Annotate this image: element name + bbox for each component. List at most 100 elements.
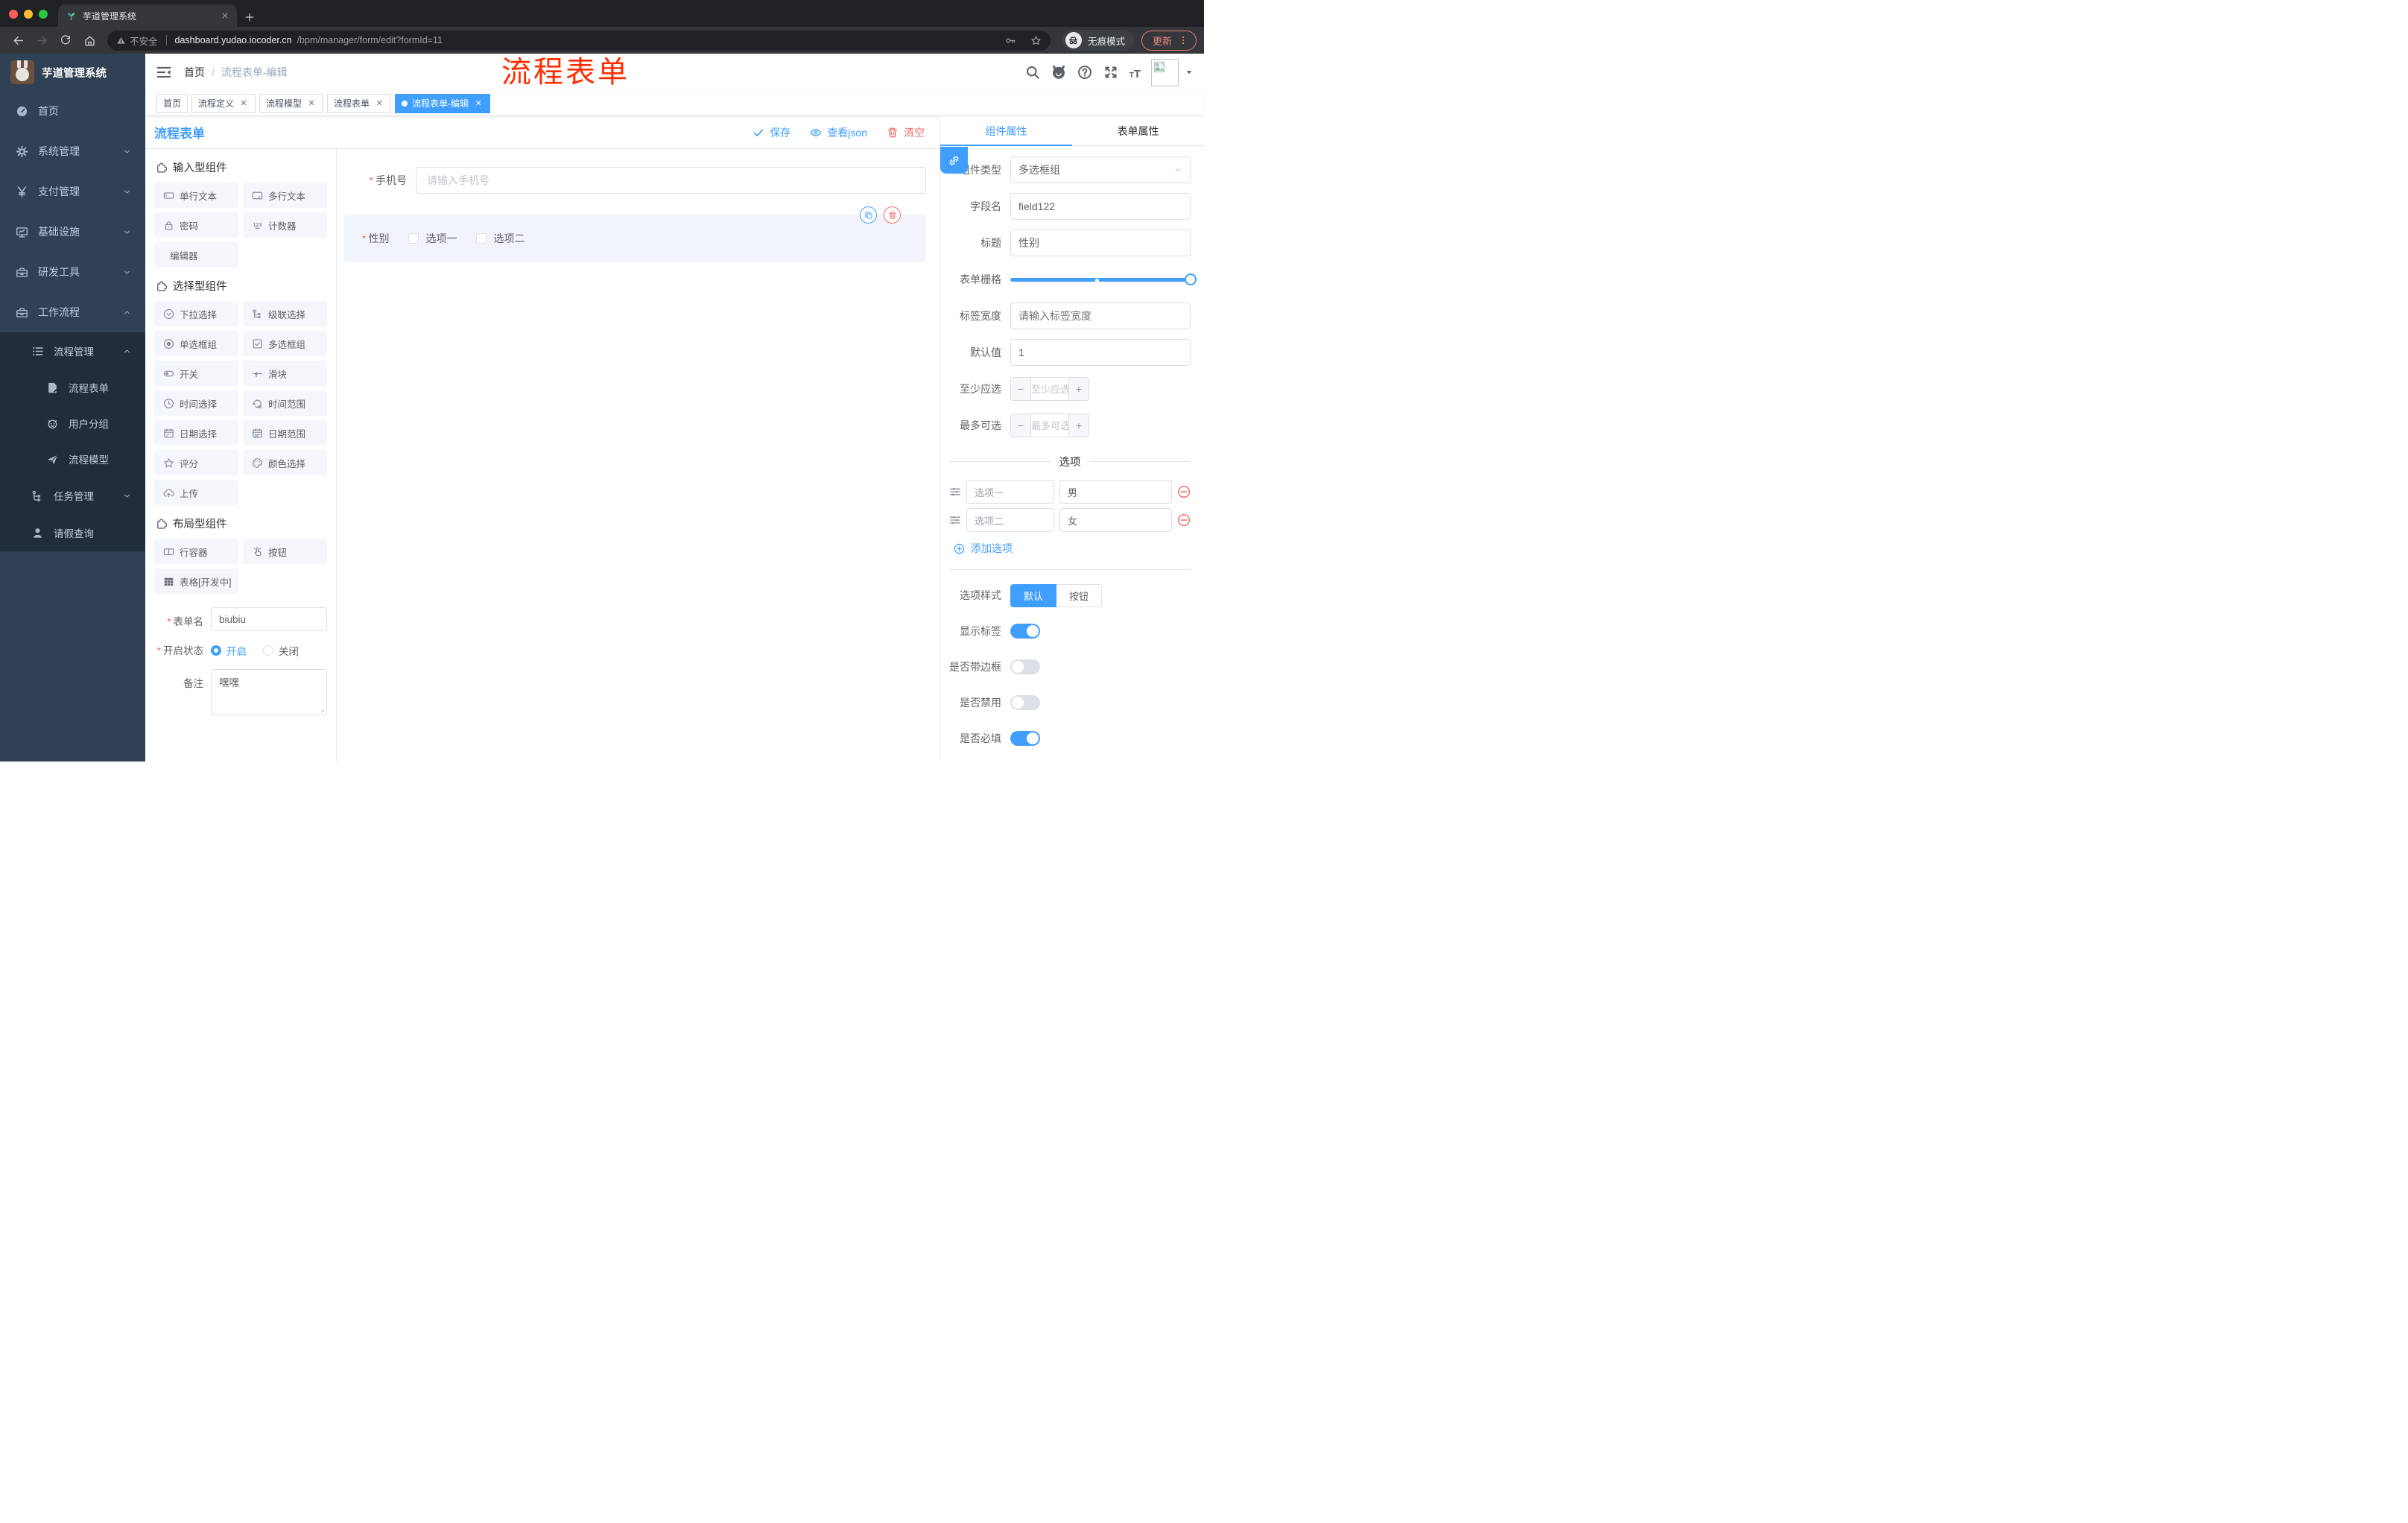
drag-handle-icon[interactable]	[949, 514, 961, 526]
security-indicator[interactable]: 不安全	[116, 34, 158, 48]
palette-item-time-picker[interactable]: 时间选择	[154, 390, 238, 416]
style-button-button[interactable]: 按钮	[1056, 583, 1103, 607]
stepper-minus-button[interactable]: −	[1011, 378, 1031, 400]
sidebar-item-process-model[interactable]: 流程模型	[0, 441, 145, 477]
sidebar-item-infra[interactable]: 基础设施	[0, 212, 145, 252]
style-default-button[interactable]: 默认	[1010, 583, 1057, 607]
palette-item-slider[interactable]: 滑块	[243, 361, 327, 386]
sidebar-collapse-icon[interactable]	[156, 64, 172, 80]
resize-handle-icon[interactable]	[317, 706, 325, 713]
status-off-radio[interactable]: 关闭	[263, 643, 299, 658]
slider-handle[interactable]	[1185, 273, 1197, 285]
sidebar-item-leave-query[interactable]: 请假查询	[0, 514, 145, 551]
add-option-button[interactable]: 添加选项	[954, 541, 1191, 556]
fullscreen-icon[interactable]	[1103, 65, 1118, 80]
delete-field-button[interactable]	[884, 206, 901, 224]
tag-close-icon[interactable]: ✕	[473, 98, 484, 109]
palette-item-switch[interactable]: 开关	[154, 361, 238, 386]
home-button[interactable]	[79, 30, 100, 51]
grid-slider[interactable]	[1010, 266, 1197, 293]
min-select-input[interactable]	[1031, 378, 1068, 400]
tab-form-props[interactable]: 表单属性	[1072, 116, 1204, 145]
palette-item-multi-line-text[interactable]: 多行文本	[243, 183, 327, 208]
link-drawer-toggle[interactable]	[940, 147, 968, 174]
stepper-plus-button[interactable]: +	[1068, 414, 1089, 437]
view-json-button[interactable]: 查看json	[810, 125, 867, 140]
sidebar-item-user-group[interactable]: 用户分组	[0, 405, 145, 441]
avatar-dropdown-icon[interactable]	[1185, 68, 1194, 77]
tab-component-props[interactable]: 组件属性	[940, 116, 1072, 146]
component-type-select[interactable]: 多选框组	[1010, 156, 1191, 183]
palette-item-date-range[interactable]: 日期范围	[243, 420, 327, 446]
palette-item-radio-group[interactable]: 单选框组	[154, 331, 238, 356]
remove-option-icon[interactable]	[1177, 513, 1191, 527]
minimize-window-button[interactable]	[24, 10, 33, 19]
show-label-switch[interactable]	[1010, 624, 1040, 639]
address-bar[interactable]: 不安全 dashboard.yudao.iocoder.cn/bpm/manag…	[107, 30, 1051, 51]
help-icon[interactable]	[1077, 65, 1092, 80]
tag-home[interactable]: 首页	[156, 93, 188, 113]
bookmark-star-icon[interactable]	[1030, 35, 1042, 46]
option-label-input[interactable]	[966, 480, 1054, 504]
option-label-input[interactable]	[966, 508, 1054, 532]
save-button[interactable]: 保存	[752, 125, 790, 140]
form-remark-textarea[interactable]: 嘿嘿	[211, 669, 327, 715]
browser-update-button[interactable]: 更新	[1141, 30, 1197, 51]
label-width-input[interactable]	[1010, 303, 1191, 329]
stepper-plus-button[interactable]: +	[1068, 378, 1089, 400]
disabled-switch[interactable]	[1010, 695, 1040, 710]
github-icon[interactable]	[1051, 65, 1066, 80]
duplicate-field-button[interactable]	[860, 206, 877, 224]
form-name-input[interactable]	[211, 607, 327, 631]
title-input[interactable]	[1010, 229, 1191, 256]
palette-item-password[interactable]: 密码	[154, 212, 238, 238]
browser-menu-dots-icon[interactable]	[1178, 35, 1188, 45]
stepper-minus-button[interactable]: −	[1011, 414, 1031, 437]
search-icon[interactable]	[1025, 65, 1040, 80]
status-on-radio[interactable]: 开启	[211, 643, 247, 658]
gender-option2-checkbox[interactable]: 选项二	[476, 231, 525, 246]
sidebar-item-home[interactable]: 首页	[0, 91, 145, 131]
tag-close-icon[interactable]: ✕	[374, 98, 384, 109]
sidebar-item-task-mgmt[interactable]: 任务管理	[0, 477, 145, 514]
avatar[interactable]	[1151, 58, 1179, 86]
palette-item-checkbox-group[interactable]: 多选框组	[243, 331, 327, 356]
canvas-field-phone[interactable]: 手机号	[344, 167, 926, 194]
palette-item-upload[interactable]: 上传	[154, 480, 238, 505]
sidebar-item-process-mgmt[interactable]: 流程管理	[0, 332, 145, 370]
tab-close-icon[interactable]	[221, 11, 229, 20]
gender-option1-checkbox[interactable]: 选项一	[408, 231, 457, 246]
default-value-input[interactable]	[1010, 339, 1191, 366]
sidebar-item-process-form[interactable]: 流程表单	[0, 370, 145, 405]
tag-process-form[interactable]: 流程表单 ✕	[327, 93, 392, 113]
breadcrumb-home[interactable]: 首页	[184, 65, 205, 80]
palette-item-date-picker[interactable]: 日期选择	[154, 420, 238, 446]
palette-item-single-line-text[interactable]: 单行文本	[154, 183, 238, 208]
tag-process-form-edit[interactable]: 流程表单-编辑 ✕	[395, 93, 491, 113]
close-window-button[interactable]	[9, 10, 18, 19]
palette-item-cascader[interactable]: 级联选择	[243, 301, 327, 326]
font-size-icon[interactable]: TT	[1129, 65, 1141, 80]
tag-process-definition[interactable]: 流程定义 ✕	[191, 93, 256, 113]
required-switch[interactable]	[1010, 731, 1040, 746]
drag-handle-icon[interactable]	[949, 486, 961, 498]
palette-item-table[interactable]: 表格[开发中]	[154, 569, 238, 594]
palette-item-time-range[interactable]: 时间范围	[243, 390, 327, 416]
field-name-input[interactable]	[1010, 193, 1191, 220]
password-key-icon[interactable]	[1005, 35, 1016, 46]
tag-close-icon[interactable]: ✕	[306, 98, 317, 109]
max-select-input[interactable]	[1031, 414, 1068, 437]
palette-item-button[interactable]: 按钮	[243, 539, 327, 564]
border-switch[interactable]	[1010, 659, 1040, 674]
sidebar-item-system[interactable]: 系统管理	[0, 131, 145, 171]
new-tab-button[interactable]	[237, 12, 265, 27]
palette-item-color-picker[interactable]: 颜色选择	[243, 450, 327, 475]
sidebar-item-payment[interactable]: 支付管理	[0, 171, 145, 212]
maximize-window-button[interactable]	[39, 10, 48, 19]
palette-item-counter[interactable]: 计数器	[243, 212, 327, 238]
reload-button[interactable]	[55, 30, 76, 51]
app-logo[interactable]: 芋道管理系统	[0, 54, 145, 91]
back-button[interactable]	[7, 30, 28, 51]
sidebar-item-workflow[interactable]: 工作流程	[0, 292, 145, 332]
remove-option-icon[interactable]	[1177, 485, 1191, 498]
